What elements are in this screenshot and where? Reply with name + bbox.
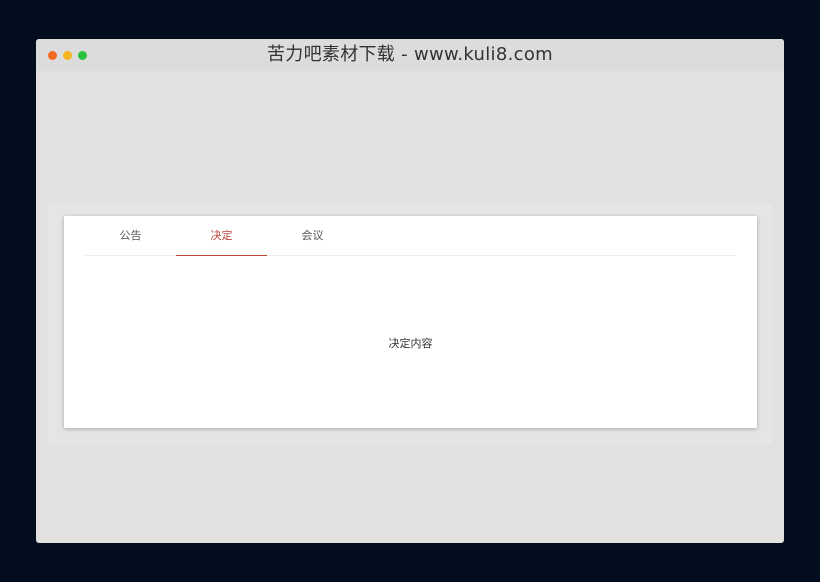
tab-panel: 决定内容: [64, 256, 757, 428]
tab-bar: 公告 决定 会议: [85, 216, 736, 256]
browser-window: 苦力吧素材下载 - www.kuli8.com 公告 决定 会议 决定内容: [36, 39, 784, 543]
window-title: 苦力吧素材下载 - www.kuli8.com: [267, 44, 553, 65]
tab-announcement[interactable]: 公告: [85, 216, 176, 255]
tab-panel-content: 决定内容: [388, 337, 433, 350]
tab-card: 公告 决定 会议 决定内容: [64, 216, 757, 428]
title-bar: 苦力吧素材下载 - www.kuli8.com: [36, 39, 784, 71]
tab-decision[interactable]: 决定: [176, 216, 267, 256]
tab-meeting[interactable]: 会议: [267, 216, 358, 255]
